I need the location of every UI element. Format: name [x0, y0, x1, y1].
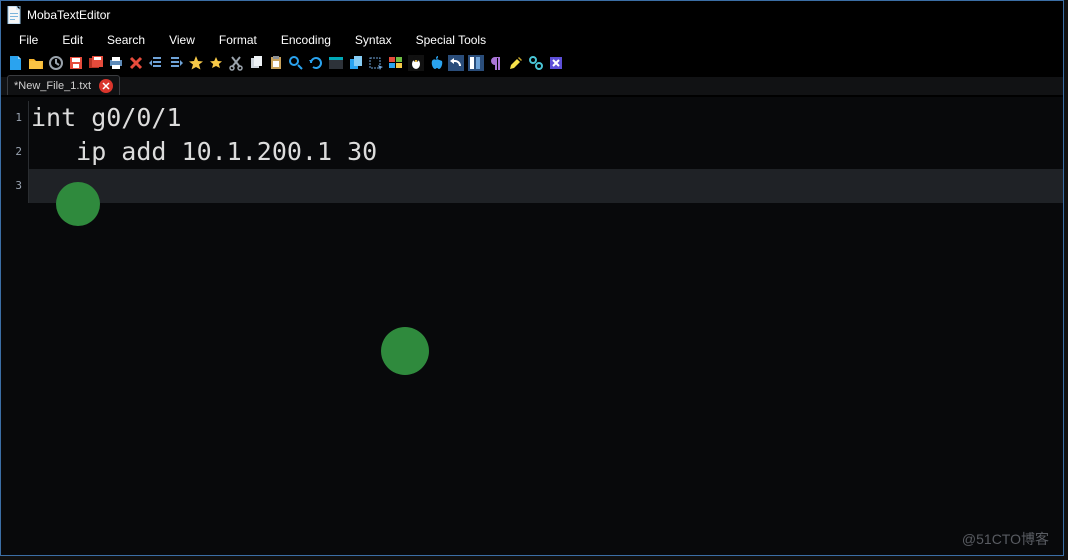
menu-view[interactable]: View	[157, 31, 207, 49]
tab-label: *New_File_1.txt	[14, 80, 91, 92]
bookmark-icon[interactable]	[207, 54, 225, 72]
menu-special[interactable]: Special Tools	[404, 31, 499, 49]
open-folder-icon[interactable]	[27, 54, 45, 72]
windows-icon[interactable]	[387, 54, 405, 72]
exit-icon[interactable]	[547, 54, 565, 72]
save-all-icon[interactable]	[87, 54, 105, 72]
gutter: 1 2 3	[1, 97, 29, 555]
menu-search[interactable]: Search	[95, 31, 157, 49]
code-area[interactable]: int g0/0/1 ip add 10.1.200.1 30	[29, 97, 1063, 555]
save-icon[interactable]	[67, 54, 85, 72]
app-icon	[7, 6, 21, 24]
redo-icon[interactable]	[467, 54, 485, 72]
linux-icon[interactable]	[407, 54, 425, 72]
watermark: @51CTO博客	[962, 529, 1049, 549]
history-icon[interactable]	[47, 54, 65, 72]
code-line: ip add 10.1.200.1 30	[29, 135, 1063, 169]
editor[interactable]: 1 2 3 int g0/0/1 ip add 10.1.200.1 30	[1, 97, 1063, 555]
line-number: 3	[1, 169, 29, 203]
tab-strip: *New_File_1.txt	[1, 75, 1063, 97]
undo-icon[interactable]	[447, 54, 465, 72]
indent-increase-icon[interactable]	[167, 54, 185, 72]
menu-encoding[interactable]: Encoding	[269, 31, 343, 49]
annotation-dot	[381, 327, 429, 375]
bookmark-add-icon[interactable]	[187, 54, 205, 72]
line-number: 1	[1, 101, 29, 135]
select-icon[interactable]	[367, 54, 385, 72]
copy-block-icon[interactable]	[347, 54, 365, 72]
toolbar	[1, 51, 1063, 75]
print-icon[interactable]	[107, 54, 125, 72]
pilcrow-icon[interactable]	[487, 54, 505, 72]
search-icon[interactable]	[287, 54, 305, 72]
paste-icon[interactable]	[267, 54, 285, 72]
code-line-current	[29, 169, 1063, 203]
copy-icon[interactable]	[247, 54, 265, 72]
menu-edit[interactable]: Edit	[50, 31, 95, 49]
app-window: MobaTextEditor File Edit Search View For…	[0, 0, 1064, 556]
terminal-icon[interactable]	[327, 54, 345, 72]
menu-syntax[interactable]: Syntax	[343, 31, 404, 49]
line-number: 2	[1, 135, 29, 169]
settings-icon[interactable]	[527, 54, 545, 72]
new-file-icon[interactable]	[7, 54, 25, 72]
close-icon[interactable]	[127, 54, 145, 72]
title-bar: MobaTextEditor	[1, 1, 1063, 29]
menu-bar: File Edit Search View Format Encoding Sy…	[1, 29, 1063, 51]
tab-file[interactable]: *New_File_1.txt	[7, 75, 120, 95]
indent-decrease-icon[interactable]	[147, 54, 165, 72]
menu-file[interactable]: File	[7, 31, 50, 49]
tab-close-icon[interactable]	[99, 79, 113, 93]
code-line: int g0/0/1	[29, 101, 1063, 135]
app-title: MobaTextEditor	[27, 8, 110, 22]
apple-icon[interactable]	[427, 54, 445, 72]
cut-icon[interactable]	[227, 54, 245, 72]
menu-format[interactable]: Format	[207, 31, 269, 49]
annotation-dot	[56, 182, 100, 226]
highlighter-icon[interactable]	[507, 54, 525, 72]
refresh-icon[interactable]	[307, 54, 325, 72]
